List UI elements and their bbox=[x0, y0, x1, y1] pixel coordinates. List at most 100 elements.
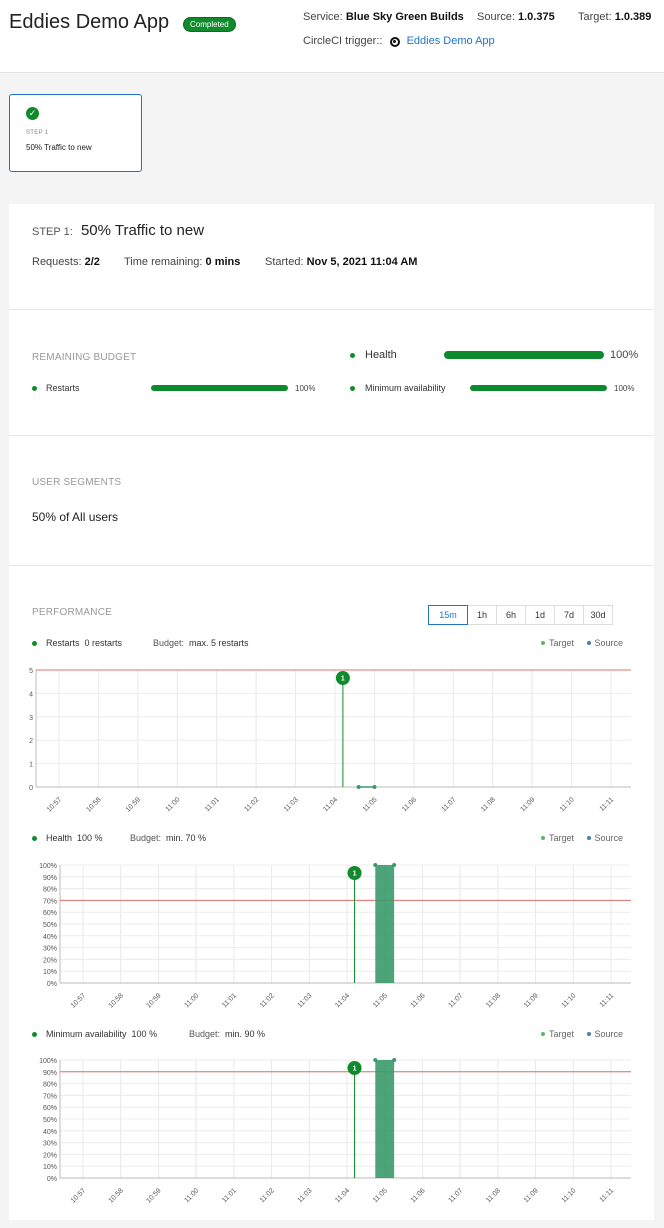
range-1h-button[interactable]: 1h bbox=[467, 605, 497, 625]
x-tick-label: 11:07 bbox=[447, 992, 464, 1009]
x-tick-label: 11:08 bbox=[480, 796, 497, 813]
x-tick-label: 11:01 bbox=[204, 796, 221, 813]
min-availability-chart-dot bbox=[32, 1032, 37, 1037]
health-chart-budget: Budget: min. 70 % bbox=[130, 833, 206, 843]
health-dot bbox=[350, 353, 355, 358]
y-tick-label: 10% bbox=[43, 1164, 57, 1171]
target-label: Target: bbox=[578, 11, 612, 23]
range-30d-button[interactable]: 30d bbox=[583, 605, 613, 625]
step-marker-label: 1 bbox=[353, 871, 357, 878]
min-availability-legend: Target Source bbox=[541, 1029, 623, 1039]
x-tick-label: 11:06 bbox=[410, 992, 427, 1009]
divider bbox=[9, 565, 654, 566]
y-tick-label: 60% bbox=[43, 910, 57, 917]
y-tick-label: 100% bbox=[39, 863, 57, 870]
step-heading-title: 50% Traffic to new bbox=[80, 222, 205, 239]
data-point bbox=[372, 785, 377, 789]
x-tick-label: 11:09 bbox=[523, 1187, 540, 1204]
requests-value: 2/2 bbox=[84, 256, 100, 268]
started-stat: Started: Nov 5, 2021 11:04 AM bbox=[265, 256, 417, 268]
min-availability-budget-bar bbox=[470, 385, 607, 391]
min-availability-chart-title: Minimum availability 100 % bbox=[46, 1029, 157, 1039]
y-tick-label: 50% bbox=[43, 922, 57, 929]
x-tick-label: 10:58 bbox=[108, 992, 125, 1009]
x-tick-label: 11:03 bbox=[283, 796, 300, 813]
min-availability-chart: 10:57 10:58 10:59 11:00 11:01 11:02 11:03 11:04… bbox=[39, 1058, 631, 1205]
started-label: Started: bbox=[265, 256, 304, 268]
y-tick-label: 60% bbox=[43, 1105, 57, 1112]
x-tick-label: 11:02 bbox=[243, 796, 260, 813]
page: Eddies Demo App Completed Service: Blue … bbox=[0, 0, 664, 1228]
step-card[interactable]: ✓ STEP 1 50% Traffic to new bbox=[9, 94, 142, 172]
health-legend: Target Source bbox=[541, 833, 623, 843]
x-tick-label: 11:11 bbox=[599, 796, 616, 813]
min-availability-chart-budget: Budget: min. 90 % bbox=[189, 1029, 265, 1039]
y-tick-label: 1 bbox=[29, 762, 33, 769]
x-tick-label: 11:01 bbox=[221, 992, 238, 1009]
step-heading-label: STEP 1: bbox=[32, 226, 73, 238]
data-point bbox=[373, 1058, 378, 1062]
step-marker-label: 1 bbox=[341, 676, 345, 683]
time-remaining-value: 0 mins bbox=[205, 256, 241, 268]
range-6h-button[interactable]: 6h bbox=[496, 605, 526, 625]
user-segments-title: USER SEGMENTS bbox=[32, 477, 122, 488]
target-legend-label: Target bbox=[549, 833, 575, 843]
source-value: 1.0.375 bbox=[517, 11, 555, 23]
y-tick-label: 80% bbox=[43, 1082, 57, 1089]
service-value: Blue Sky Green Builds bbox=[345, 11, 464, 23]
min-availability-budget-value: 100% bbox=[614, 384, 635, 393]
x-tick-label: 11:02 bbox=[259, 992, 276, 1009]
restarts-budget-label: Restarts bbox=[46, 383, 80, 393]
restarts-chart: 10:57 10:58 10:59 11:00 11:01 11:02 11:03 11:04… bbox=[29, 668, 631, 814]
restarts-legend: Target Source bbox=[541, 638, 623, 648]
y-tick-label: 70% bbox=[43, 898, 57, 905]
x-tick-label: 10:58 bbox=[85, 796, 102, 813]
health-budget-bar bbox=[444, 351, 604, 359]
y-tick-label: 3 bbox=[29, 715, 33, 722]
step-number: STEP 1 bbox=[26, 130, 49, 136]
y-tick-label: 90% bbox=[43, 875, 57, 882]
source-legend-label: Source bbox=[594, 833, 624, 843]
x-tick-label: 11:08 bbox=[485, 992, 502, 1009]
health-chart: 10:57 10:58 10:59 11:00 11:01 11:02 11:03 11:04… bbox=[39, 863, 631, 1010]
source-legend-dot bbox=[586, 836, 591, 840]
check-icon: ✓ bbox=[26, 107, 39, 120]
y-tick-label: 0 bbox=[29, 785, 33, 792]
circleci-icon bbox=[389, 37, 400, 47]
y-tick-label: 4 bbox=[29, 691, 33, 698]
x-tick-label: 11:05 bbox=[372, 992, 389, 1009]
source-legend-dot bbox=[586, 641, 591, 645]
step-name: 50% Traffic to new bbox=[26, 143, 92, 152]
x-tick-label: 10:57 bbox=[70, 992, 87, 1009]
restarts-budget-bar bbox=[151, 385, 288, 391]
x-tick-label: 11:05 bbox=[362, 796, 379, 813]
health-chart-title: Health 100 % bbox=[46, 833, 103, 843]
health-chart-dot bbox=[32, 836, 37, 841]
target-legend-label: Target bbox=[549, 638, 575, 648]
min-availability-dot bbox=[350, 386, 355, 391]
x-tick-label: 11:00 bbox=[183, 1187, 200, 1204]
source-legend-dot bbox=[586, 1032, 591, 1036]
min-availability-budget-limit: min. 90 % bbox=[225, 1029, 266, 1039]
range-1d-button[interactable]: 1d bbox=[525, 605, 555, 625]
min-availability-budget-label: Minimum availability bbox=[365, 383, 446, 393]
y-tick-label: 50% bbox=[43, 1117, 57, 1124]
service-label: Service: bbox=[303, 11, 343, 23]
range-7d-button[interactable]: 7d bbox=[554, 605, 584, 625]
range-15m-button[interactable]: 15m bbox=[428, 605, 468, 625]
requests-stat: Requests: 2/2 bbox=[32, 256, 100, 268]
step-marker-label: 1 bbox=[353, 1066, 357, 1073]
app-title: Eddies Demo App bbox=[9, 11, 170, 33]
time-remaining-label: Time remaining: bbox=[124, 256, 203, 268]
user-segments-text: 50% of All users bbox=[32, 510, 119, 524]
y-tick-label: 5 bbox=[29, 668, 33, 675]
divider bbox=[9, 435, 654, 436]
data-bar bbox=[375, 865, 395, 983]
y-tick-label: 0% bbox=[47, 1176, 57, 1183]
data-point bbox=[392, 863, 397, 867]
health-budget-limit: min. 70 % bbox=[166, 833, 207, 843]
health-chart-value: 100 % bbox=[77, 833, 103, 843]
trigger-label: CircleCI trigger:: bbox=[303, 35, 383, 47]
trigger-link[interactable]: Eddies Demo App bbox=[407, 35, 495, 47]
y-tick-label: 100% bbox=[39, 1058, 57, 1065]
